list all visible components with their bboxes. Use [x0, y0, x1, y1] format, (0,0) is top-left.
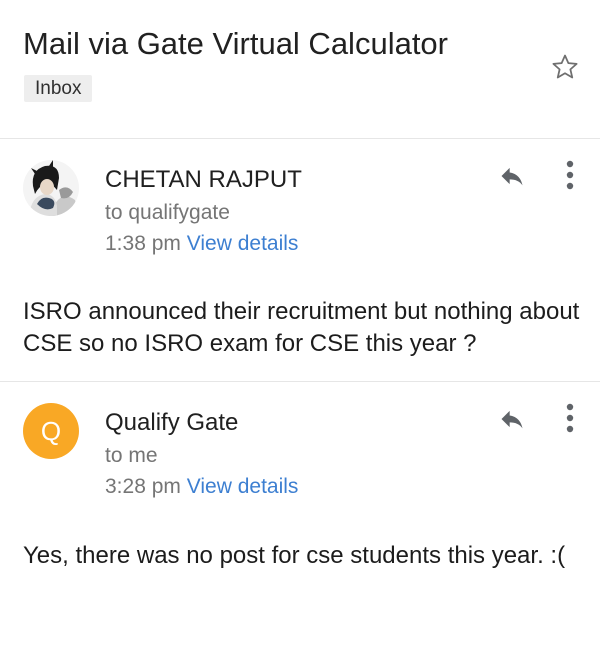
avatar[interactable] — [23, 160, 79, 216]
message-item: CHETAN RAJPUT to qualifygate 1:38 pm Vie… — [0, 139, 600, 380]
recipient-line: to qualifygate — [105, 201, 230, 224]
message-time: 3:28 pm — [105, 475, 181, 498]
inbox-label-chip[interactable]: Inbox — [24, 75, 93, 102]
more-options-icon[interactable] — [560, 159, 580, 191]
sender-name: CHETAN RAJPUT — [105, 166, 302, 193]
reply-icon[interactable] — [496, 162, 528, 190]
mail-subject: Mail via Gate Virtual Calculator — [23, 26, 448, 61]
message-time: 1:38 pm — [105, 232, 181, 255]
message-meta: 3:28 pm View details — [105, 475, 298, 499]
sender-name: Qualify Gate — [105, 409, 239, 436]
more-options-icon[interactable] — [560, 402, 580, 434]
message-body: ISRO announced their recruitment but not… — [23, 298, 580, 357]
message-body: Yes, there was no post for cse students … — [23, 542, 566, 569]
avatar-illustration-icon — [23, 160, 79, 216]
recipient-line: to me — [105, 444, 158, 467]
avatar[interactable]: Q — [23, 403, 79, 459]
mail-header: Mail via Gate Virtual Calculator Inbox — [0, 0, 600, 138]
view-details-link[interactable]: View details — [187, 232, 299, 255]
message-meta: 1:38 pm View details — [105, 232, 298, 256]
reply-icon[interactable] — [496, 405, 528, 433]
star-icon[interactable] — [550, 52, 580, 82]
message-item: Q Qualify Gate to me 3:28 pm View detail… — [0, 382, 600, 655]
view-details-link[interactable]: View details — [187, 475, 299, 498]
